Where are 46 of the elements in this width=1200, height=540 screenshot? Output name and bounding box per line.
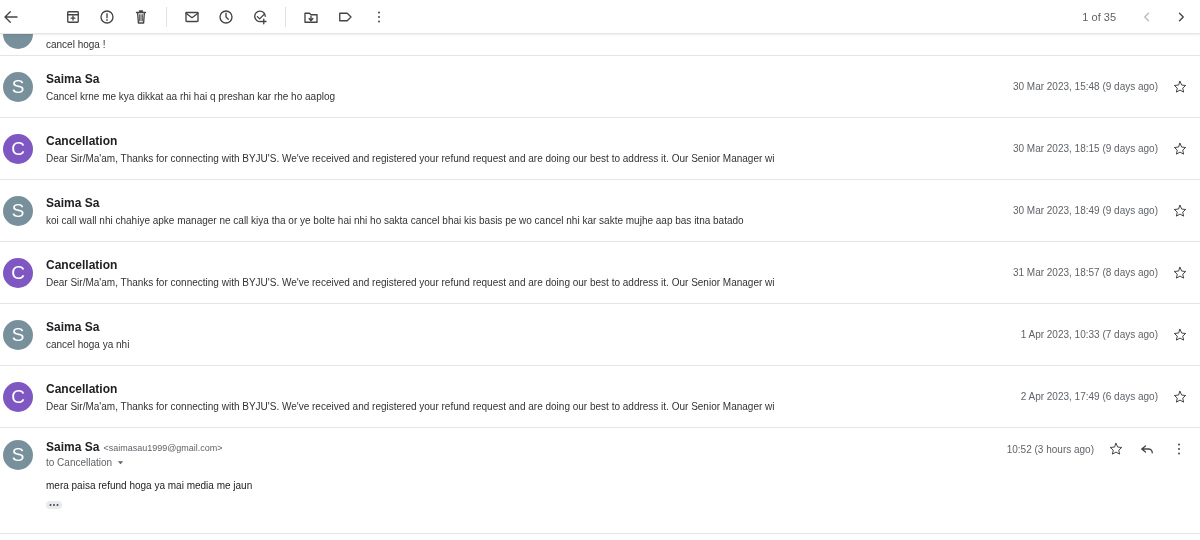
message-date: 10:52 (3 hours ago) xyxy=(1006,443,1094,455)
message-snippet: Dear Sir/Ma'am, Thanks for connecting with BYJU'S. We've received and registered your refund request and are doing our best to address it. Our Senior Manager wi xyxy=(46,276,776,288)
message-row[interactable]: S Saima Sa Cancel krne me kya dikkat aa rhi hai q preshan kar rhe ho aaplog 30 Mar 2023, 15:48 (9 days ago) xyxy=(0,56,1200,118)
message-snippet: koi call wall nhi chahiye apke manager ne call kiya tha or ye bolte hai nhi ho sakta cancel bhai kis basis pe wo cancel nhi kar sakte mujhe aap bas itna batado xyxy=(46,214,745,226)
message-date: 30 Mar 2023, 18:49 (9 days ago) xyxy=(1012,205,1158,216)
avatar: S xyxy=(3,71,33,102)
message-snippet: Dear Sir/Ma'am, Thanks for connecting with BYJU'S. We've received and registered your refund request and are doing our best to address it. Our Senior Manager wi xyxy=(46,152,776,164)
star-icon[interactable] xyxy=(1172,202,1188,219)
avatar: S xyxy=(3,440,33,470)
message-date: 2 Apr 2023, 17:49 (6 days ago) xyxy=(1020,391,1158,402)
star-icon[interactable] xyxy=(1108,441,1124,457)
page-count: 1 of 35 xyxy=(1082,10,1116,23)
star-icon[interactable] xyxy=(1172,326,1188,343)
spam-icon[interactable] xyxy=(98,7,116,26)
message-snippet: cancel hoga ya nhi xyxy=(46,338,131,350)
avatar: C xyxy=(3,381,33,412)
avatar: C xyxy=(3,257,33,288)
star-icon[interactable] xyxy=(1172,388,1188,405)
message-date: 30 Mar 2023, 18:15 (9 days ago) xyxy=(1012,143,1158,154)
sender-name: Saima Sa xyxy=(46,319,101,334)
sender-name: Saima Sa xyxy=(46,440,100,454)
sender-email: <saimasau1999@gmail.com> xyxy=(103,443,223,453)
show-trimmed-icon[interactable] xyxy=(46,501,62,509)
sender-name: Saima Sa xyxy=(46,195,101,210)
message-date: 30 Mar 2023, 15:48 (9 days ago) xyxy=(1012,81,1158,92)
message-snippet: Dear Sir/Ma'am, Thanks for connecting with BYJU'S. We've received and registered your refund request and are doing our best to address it. Our Senior Manager wi xyxy=(46,400,776,412)
star-icon[interactable] xyxy=(1172,264,1188,281)
sender-name: Cancellation xyxy=(46,257,119,272)
message-snippet: Cancel krne me kya dikkat aa rhi hai q preshan kar rhe ho aaplog xyxy=(46,90,337,102)
message-date: 31 Mar 2023, 18:57 (8 days ago) xyxy=(1012,267,1158,278)
message-row[interactable]: S Saima Sa cancel hoga ya nhi 1 Apr 2023, 10:33 (7 days ago) xyxy=(0,304,1200,366)
message-date: 1 Apr 2023, 10:33 (7 days ago) xyxy=(1020,329,1158,340)
message-body: mera paisa refund hoga ya mai media me jaun xyxy=(46,480,254,491)
sender-name: Cancellation xyxy=(46,381,119,396)
add-task-icon[interactable] xyxy=(251,7,269,26)
message-snippet: cancel hoga ! xyxy=(46,39,106,50)
avatar: C xyxy=(3,133,33,164)
sender-name: Saima Sa xyxy=(46,71,101,86)
sender-name: Cancellation xyxy=(46,133,119,148)
avatar: S xyxy=(3,195,33,226)
recipient-label: to Cancellation xyxy=(46,457,113,468)
star-icon[interactable] xyxy=(1172,140,1188,157)
avatar: S xyxy=(3,319,33,350)
dropdown-icon[interactable] xyxy=(116,458,126,467)
star-icon[interactable] xyxy=(1172,78,1188,95)
clock-icon[interactable] xyxy=(217,7,235,26)
